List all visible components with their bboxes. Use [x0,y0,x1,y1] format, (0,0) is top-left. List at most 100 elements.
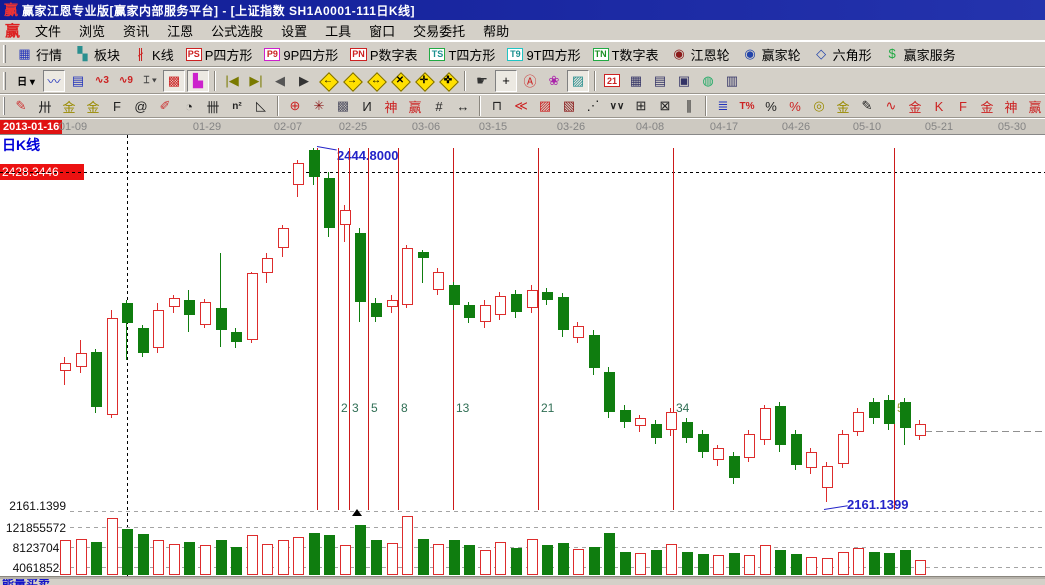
hexagon-button[interactable]: ◇六角形 [807,44,878,65]
t-number-button[interactable]: TNT数字表 [587,44,665,65]
chips-icon[interactable]: ▩ [163,70,185,92]
menu-item-10[interactable]: 帮助 [474,20,518,41]
fan-box-icon[interactable]: ▨ [534,95,556,117]
menu-item-5[interactable]: 公式选股 [202,20,272,41]
red-shen-icon[interactable]: 神 [1000,95,1022,117]
fan-box-2-icon[interactable]: ▧ [558,95,580,117]
percent-icon[interactable]: % [760,95,782,117]
gold-grid-icon[interactable]: 金 [58,95,80,117]
color-histogram-icon[interactable]: ▙ [187,70,209,92]
pen-tool-icon[interactable]: ✐ [154,95,176,117]
kline-chart[interactable]: 日K线 2428.3446 2161.1399 121855572 812370… [0,135,1045,576]
menu-item-2[interactable]: 浏览 [70,20,114,41]
print-icon[interactable]: ▥ [721,70,743,92]
hand-tool-icon[interactable]: ☛ [471,70,493,92]
t9-square-button[interactable]: T99T四方形 [501,44,586,65]
n-square-icon[interactable]: n² [226,95,248,117]
winner-service-button[interactable]: $赢家服务 [878,44,962,65]
comb-lines-icon[interactable]: 卅 [34,95,56,117]
zoom-x-diamond[interactable]: ✕ [389,70,411,92]
pan-h-diamond[interactable]: ↔ [365,70,387,92]
spiral-icon[interactable]: @ [130,95,152,117]
move-all-diamond[interactable]: ✛ [413,70,435,92]
p-square-button[interactable]: PSP四方形 [180,44,259,65]
gann-web-icon[interactable]: ✳ [308,95,330,117]
menu-item-4[interactable]: 江恩 [158,20,202,41]
toolbar-grip[interactable] [3,97,5,115]
gold-circle-icon[interactable]: ◎ [808,95,830,117]
t-square-button[interactable]: TST四方形 [423,44,501,65]
red-gold-2-icon[interactable]: 金 [976,95,998,117]
pan-left-diamond[interactable]: ← [317,70,339,92]
square-grid-icon[interactable]: ⊞ [630,95,652,117]
angle-tool-icon[interactable]: ◺ [250,95,272,117]
candle-style-icon[interactable]: ⌶ ▾ [139,70,161,92]
pen-2-icon[interactable]: ✎ [856,95,878,117]
shen-grid-icon[interactable]: 神 [380,95,402,117]
toolbar-grip[interactable] [3,72,6,90]
menu-item-7[interactable]: 工具 [316,20,360,41]
menu-item-3[interactable]: 资讯 [114,20,158,41]
p9-square-button[interactable]: P99P四方形 [258,44,344,65]
menu-item-6[interactable]: 设置 [272,20,316,41]
wave-9-icon[interactable]: ∿9 [115,70,137,92]
parallel-lines-icon[interactable]: ∥ [678,95,700,117]
center-diamond[interactable]: ✜ [437,70,459,92]
gann-wheel-button[interactable]: ◉江恩轮 [665,44,736,65]
rays-icon[interactable]: ⋰ [582,95,604,117]
span-arrow-icon[interactable]: ↔ [452,95,474,117]
pencil-tool-icon[interactable]: ✎ [10,95,32,117]
flower-tool-icon[interactable]: ❀ [543,70,565,92]
red-k-icon[interactable]: K [928,95,950,117]
toolbar-grip[interactable] [3,45,6,63]
calendar-icon[interactable]: 21 [601,70,623,92]
date-axis[interactable]: 2013-01-16 01-0901-2902-0702-2503-0603-1… [0,118,1045,135]
red-gold-icon[interactable]: 金 [904,95,926,117]
frame-tool-icon[interactable]: ⊓ [486,95,508,117]
gold-lines-icon[interactable]: 金 [832,95,854,117]
first-page-icon[interactable]: |◀ [221,70,243,92]
red-f-icon[interactable]: F [952,95,974,117]
kline-button[interactable]: ∦K线 [126,44,180,65]
menu-item-8[interactable]: 窗口 [360,20,404,41]
winner-wheel-button[interactable]: ◉赢家轮 [736,44,807,65]
wave-3-icon[interactable]: ∿3 [91,70,113,92]
ying-grid-icon[interactable]: 赢 [404,95,426,117]
step-forward-icon[interactable]: ▶ [293,70,315,92]
draw-mode-icon[interactable]: 〰 [43,70,65,92]
menu-item-1[interactable]: 文件 [26,20,70,41]
volume-bar [682,552,693,575]
percent-5-icon[interactable]: % [784,95,806,117]
red-wave-icon[interactable]: ∿ [880,95,902,117]
t-percent-icon[interactable]: T% [736,95,758,117]
refresh-icon[interactable]: ◍ [697,70,719,92]
pan-right-diamond[interactable]: → [341,70,363,92]
p-number-button[interactable]: PNP数字表 [344,44,423,65]
f-grid-icon[interactable]: F [106,95,128,117]
gann-web-box-icon[interactable]: ▩ [332,95,354,117]
comb-lines-2-icon[interactable]: 卌 [202,95,224,117]
period-selector[interactable]: 日 ▾ [11,70,41,92]
gold-grid-2-icon[interactable]: 金 [82,95,104,117]
sectors-button[interactable]: ▚板块 [68,44,126,65]
gann-nw-icon[interactable]: И [356,95,378,117]
pattern-tool-icon[interactable]: ▨ [567,70,589,92]
info-doc-icon[interactable]: ▤ [67,70,89,92]
last-page-icon[interactable]: ▶| [245,70,267,92]
notes-icon[interactable]: ▤ [649,70,671,92]
quotes-button[interactable]: ▦行情 [10,44,68,65]
target-circle-icon[interactable]: ⊕ [284,95,306,117]
square-grid-2-icon[interactable]: ⊠ [654,95,676,117]
crosshair-tool-icon[interactable]: + [495,70,517,92]
save-icon[interactable]: ▣ [673,70,695,92]
time-circle-icon[interactable]: ◔ [178,95,200,117]
menu-item-9[interactable]: 交易委托 [404,20,474,41]
zigzag-icon[interactable]: ∨∨ [606,95,628,117]
red-ying-icon[interactable]: 赢 [1024,95,1045,117]
levels-icon[interactable]: ≣ [712,95,734,117]
calculator-icon[interactable]: ▦ [625,70,647,92]
number-grid-icon[interactable]: # [428,95,450,117]
zoom-tool-icon[interactable]: Ⓐ [519,70,541,92]
fan-lines-icon[interactable]: ≪ [510,95,532,117]
step-back-icon[interactable]: ◀ [269,70,291,92]
